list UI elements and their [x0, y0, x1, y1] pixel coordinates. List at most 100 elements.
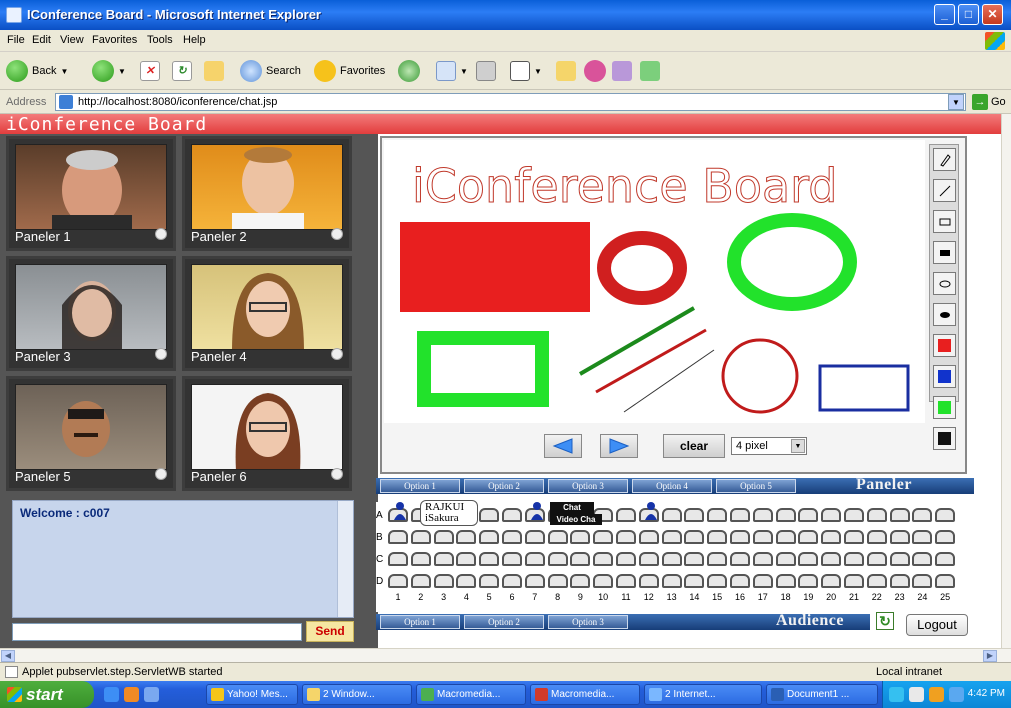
taskbar-item[interactable]: 2 Window...	[302, 684, 412, 705]
seat-icon[interactable]	[844, 508, 864, 522]
search-button[interactable]: Search	[240, 58, 301, 84]
seat-icon[interactable]	[935, 508, 956, 522]
user-bubble[interactable]: RAJKUI iSakura	[420, 500, 478, 526]
seat-icon[interactable]	[752, 508, 773, 522]
seat-icon[interactable]	[821, 574, 842, 588]
seat-icon[interactable]	[935, 574, 956, 588]
color-swatch[interactable]	[933, 396, 956, 419]
messenger-icon[interactable]	[929, 687, 944, 702]
forward-button[interactable]: ▼	[92, 58, 126, 84]
go-button[interactable]: → Go	[972, 94, 1006, 110]
seat-icon[interactable]	[593, 552, 614, 566]
seat-icon[interactable]	[684, 552, 705, 566]
seat-icon[interactable]	[730, 530, 750, 544]
seat-icon[interactable]	[707, 574, 728, 588]
next-button[interactable]	[600, 434, 638, 458]
taskbar-item[interactable]: Macromedia...	[530, 684, 640, 705]
seat-icon[interactable]	[410, 552, 431, 566]
seat-icon[interactable]	[410, 530, 431, 544]
seat-icon[interactable]	[775, 508, 796, 522]
seat-icon[interactable]	[502, 552, 522, 566]
seat-icon[interactable]	[844, 574, 864, 588]
rect-fill-tool[interactable]	[933, 241, 956, 264]
chat-log[interactable]: Welcome : c007	[12, 500, 354, 618]
mail-icon[interactable]	[909, 687, 924, 702]
seat-icon[interactable]	[661, 552, 682, 566]
seat-icon[interactable]	[570, 574, 591, 588]
seat-icon[interactable]	[866, 552, 887, 566]
seat-icon[interactable]	[388, 574, 408, 588]
seat-icon[interactable]	[502, 508, 522, 522]
ie-quicklaunch-icon[interactable]	[144, 687, 159, 702]
scroll-left-arrow[interactable]: ◀	[1, 650, 15, 662]
seat-icon[interactable]	[866, 508, 887, 522]
seat-icon[interactable]	[866, 574, 887, 588]
seat-icon[interactable]	[616, 574, 636, 588]
seat-icon[interactable]	[730, 508, 750, 522]
messenger-button[interactable]	[584, 58, 606, 84]
attendee-icon[interactable]	[394, 502, 406, 520]
menu-view[interactable]: View	[60, 34, 84, 46]
seat-icon[interactable]	[433, 552, 454, 566]
seat-icon[interactable]	[912, 530, 933, 544]
oval-fill-tool[interactable]	[933, 303, 956, 326]
paneler-tile[interactable]: Paneler 2	[182, 136, 352, 251]
pencil-tool[interactable]	[933, 148, 956, 171]
seat-icon[interactable]	[752, 574, 773, 588]
paneler-tile[interactable]: Paneler 1	[6, 136, 176, 251]
mail-button[interactable]: ▼	[436, 58, 468, 84]
seat-icon[interactable]	[912, 574, 933, 588]
prev-button[interactable]	[544, 434, 582, 458]
seat-icon[interactable]	[844, 530, 864, 544]
seat-icon[interactable]	[935, 530, 956, 544]
horizontal-scrollbar[interactable]: ◀ ▶	[0, 648, 1011, 662]
seat-icon[interactable]	[821, 530, 842, 544]
seat-icon[interactable]	[798, 552, 819, 566]
paneler-tile[interactable]: Paneler 5	[6, 376, 176, 491]
seat-icon[interactable]	[433, 530, 454, 544]
stroke-width-select[interactable]: 4 pixel ▼	[731, 437, 807, 455]
seat-icon[interactable]	[821, 552, 842, 566]
seat-icon[interactable]	[684, 508, 705, 522]
seat-icon[interactable]	[661, 508, 682, 522]
video-chat-tag[interactable]: Video Cha	[550, 514, 602, 525]
seat-icon[interactable]	[388, 552, 408, 566]
clear-button[interactable]: clear	[663, 434, 725, 458]
seat-icon[interactable]	[912, 552, 933, 566]
taskbar-item[interactable]: Yahoo! Mes...	[206, 684, 298, 705]
seat-icon[interactable]	[593, 530, 614, 544]
attendee-icon[interactable]	[644, 502, 657, 520]
seat-icon[interactable]	[889, 530, 910, 544]
seat-icon[interactable]	[707, 552, 728, 566]
menu-favorites[interactable]: Favorites	[92, 34, 137, 46]
whiteboard-canvas[interactable]: iConference Board	[384, 140, 925, 423]
seat-icon[interactable]	[570, 530, 591, 544]
paneler-option-3[interactable]: Option 3	[548, 479, 628, 493]
seat-icon[interactable]	[684, 574, 705, 588]
oval-outline-tool[interactable]	[933, 272, 956, 295]
seat-icon[interactable]	[410, 574, 431, 588]
paneler-tile[interactable]: Paneler 6	[182, 376, 352, 491]
seat-icon[interactable]	[752, 552, 773, 566]
paneler-option-5[interactable]: Option 5	[716, 479, 796, 493]
network-icon[interactable]	[889, 687, 904, 702]
color-swatch[interactable]	[933, 427, 956, 450]
audience-option-2[interactable]: Option 2	[464, 615, 544, 629]
attendee-icon[interactable]	[530, 502, 543, 520]
refresh-seats-button[interactable]: ↻	[876, 612, 894, 630]
close-button[interactable]: ✕	[982, 4, 1003, 25]
seat-icon[interactable]	[616, 530, 636, 544]
history-button[interactable]	[398, 58, 420, 84]
paneler-option-4[interactable]: Option 4	[632, 479, 712, 493]
seat-icon[interactable]	[547, 530, 568, 544]
address-input[interactable]: http://localhost:8080/iconference/chat.j…	[55, 93, 966, 111]
paneler-tile[interactable]: Paneler 4	[182, 256, 352, 371]
firefox-quicklaunch-icon[interactable]	[124, 687, 139, 702]
seat-icon[interactable]	[730, 574, 750, 588]
seat-icon[interactable]	[456, 574, 477, 588]
seat-icon[interactable]	[661, 574, 682, 588]
seat-icon[interactable]	[547, 574, 568, 588]
seat-icon[interactable]	[912, 508, 933, 522]
minimize-button[interactable]: _	[934, 4, 955, 25]
seat-icon[interactable]	[707, 530, 728, 544]
